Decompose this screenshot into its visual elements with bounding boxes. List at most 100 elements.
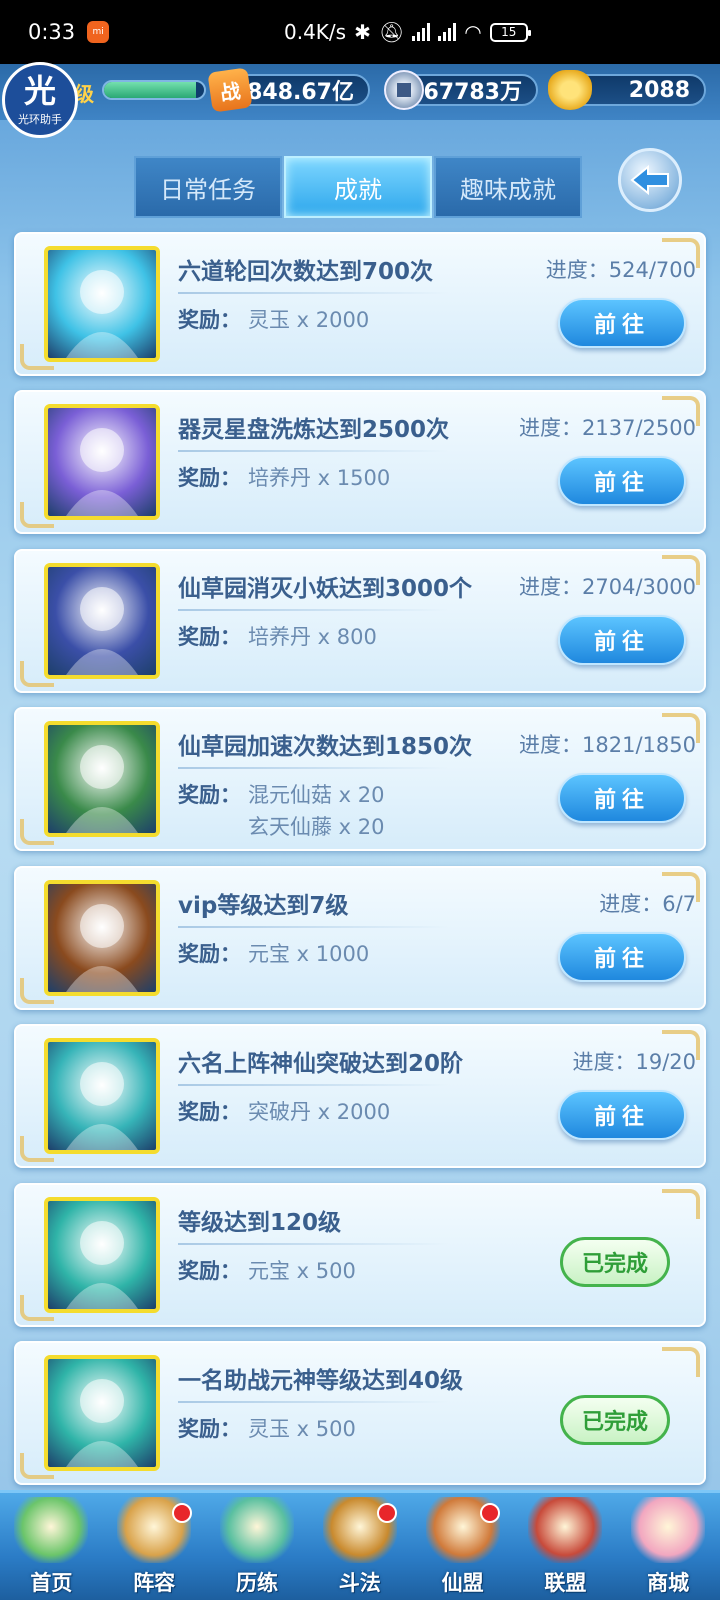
avatar-figure-icon — [66, 1221, 138, 1309]
nav-label: 斗法 — [338, 1571, 381, 1595]
nav-item[interactable]: 首页 — [0, 1493, 103, 1600]
gourd-icon — [219, 1497, 294, 1563]
back-button[interactable] — [618, 148, 682, 212]
reward-list: 元宝 x 500 — [248, 1255, 356, 1287]
title-divider — [178, 292, 448, 294]
task-progress: 进度：6/7 — [599, 892, 696, 916]
reward-item: 元宝 x 500 — [248, 1259, 356, 1283]
app-notification-icon: mi — [87, 21, 110, 43]
task-card: 器灵星盘洗炼达到2500次 奖励： 培养丹 x 1500 进度：2137/250… — [14, 390, 706, 534]
bluetooth-icon: ✱ — [354, 20, 371, 44]
scholar-avatar — [44, 1355, 160, 1471]
nav-item[interactable]: 阵容 — [103, 1493, 206, 1600]
task-title: 等级达到120级 — [178, 1210, 342, 1236]
star-banner-avatar — [44, 880, 160, 996]
reward-item: 培养丹 x 1500 — [248, 466, 391, 490]
logo-mark: 光 — [23, 72, 56, 110]
avatar-figure-icon — [66, 1062, 138, 1150]
task-progress: 进度：19/20 — [572, 1050, 696, 1074]
reward-list: 培养丹 x 800 — [248, 621, 377, 653]
peach-tree-avatar — [44, 721, 160, 837]
reward-list: 混元仙菇 x 20 玄天仙藤 x 20 — [248, 779, 385, 843]
battery-icon: 15 — [489, 22, 531, 42]
nav-label: 历练 — [235, 1571, 278, 1595]
title-divider — [178, 926, 448, 928]
nav-item[interactable]: 商城 — [617, 1493, 720, 1600]
completed-badge: 已完成 — [560, 1237, 670, 1287]
tab-label: 日常任务 — [160, 175, 256, 204]
task-title: 器灵星盘洗炼达到2500次 — [178, 417, 450, 443]
reward-item: 混元仙菇 x 20 — [248, 783, 385, 807]
tab-bar: 日常任务 成就 趣味成就 — [134, 156, 584, 218]
task-progress: 进度：524/700 — [545, 258, 696, 282]
reward-label: 奖励： — [178, 783, 241, 807]
nav-item[interactable]: 仙盟 — [411, 1493, 514, 1600]
go-button[interactable]: 前往 — [558, 298, 686, 348]
go-button[interactable]: 前往 — [558, 1090, 686, 1140]
nav-item[interactable]: 斗法 — [308, 1493, 411, 1600]
tab-fun-achievements[interactable]: 趣味成就 — [434, 156, 582, 218]
reward-label: 奖励： — [178, 308, 241, 332]
task-card: vip等级达到7级 奖励： 元宝 x 1000 进度：6/7 前往 — [14, 866, 706, 1010]
reward-label: 奖励： — [178, 625, 241, 649]
reward-list: 灵玉 x 500 — [248, 1413, 356, 1445]
monkey-arrow-avatar — [44, 1038, 160, 1154]
nav-item[interactable]: 联盟 — [514, 1493, 617, 1600]
reward-label: 奖励： — [178, 1259, 241, 1283]
power-icon-label: 战 — [218, 78, 242, 105]
reward-item: 培养丹 x 800 — [248, 625, 377, 649]
nav-label: 仙盟 — [441, 1571, 484, 1595]
signal-1-icon — [412, 23, 431, 41]
avatar-figure-icon — [66, 745, 138, 833]
alliance-banner-icon — [528, 1497, 603, 1563]
task-card: 仙草园加速次数达到1850次 奖励： 混元仙菇 x 20 玄天仙藤 x 20 进度… — [14, 707, 706, 851]
go-button[interactable]: 前往 — [558, 773, 686, 823]
go-button[interactable]: 前往 — [558, 615, 686, 665]
avatar-figure-icon — [66, 904, 138, 992]
nav-label: 首页 — [30, 1571, 73, 1595]
reward-item: 灵玉 x 2000 — [248, 308, 370, 332]
task-progress: 进度：2704/3000 — [519, 575, 696, 599]
task-title: 仙草园加速次数达到1850次 — [178, 734, 473, 760]
silver-coin-icon — [384, 70, 424, 110]
wifi-icon: ◠ — [464, 20, 482, 44]
title-divider — [178, 1401, 448, 1403]
app-logo[interactable]: 光 光环助手 — [2, 62, 78, 138]
task-title: vip等级达到7级 — [178, 893, 349, 919]
nav-item[interactable]: 历练 — [206, 1493, 309, 1600]
reward-label: 奖励： — [178, 1417, 241, 1441]
back-arrow-icon — [630, 165, 669, 195]
task-card: 六道轮回次数达到700次 奖励： 灵玉 x 2000 进度：524/700 前往 — [14, 232, 706, 376]
tab-achievements[interactable]: 成就 — [284, 156, 432, 218]
go-button[interactable]: 前往 — [558, 932, 686, 982]
logo-text: 光环助手 — [18, 113, 62, 126]
task-title: 仙草园消灭小妖达到3000个 — [178, 576, 473, 602]
task-title: 六道轮回次数达到700次 — [178, 259, 434, 285]
title-divider — [178, 609, 448, 611]
horned-demon-avatar — [44, 563, 160, 679]
battery-level: 15 — [501, 25, 517, 39]
card-corner-ornament — [662, 1189, 700, 1219]
card-corner-ornament — [662, 1347, 700, 1377]
task-card: 六名上阵神仙突破达到20阶 奖励： 突破丹 x 2000 进度：19/20 前往 — [14, 1024, 706, 1168]
network-speed: 0.4K/s — [284, 20, 347, 44]
task-title: 六名上阵神仙突破达到20阶 — [178, 1051, 464, 1077]
reward-list: 灵玉 x 2000 — [248, 304, 369, 336]
home-island-icon — [14, 1497, 89, 1563]
bottom-nav: 首页 阵容 历练 斗法 仙盟 联盟 商城 — [0, 1490, 720, 1600]
nav-label: 联盟 — [544, 1571, 587, 1595]
go-button[interactable]: 前往 — [558, 456, 686, 506]
task-card: 一名助战元神等级达到40级 奖励： 灵玉 x 500 已完成 — [14, 1341, 706, 1485]
title-divider — [178, 767, 448, 769]
silver-value: 67783万 — [423, 80, 522, 105]
task-card: 等级达到120级 奖励： 元宝 x 500 已完成 — [14, 1183, 706, 1327]
scholar-avatar — [44, 1197, 160, 1313]
tab-daily-tasks[interactable]: 日常任务 — [134, 156, 282, 218]
power-value: 848.67亿 — [247, 80, 354, 105]
avatar-figure-icon — [66, 587, 138, 675]
blue-ghost-avatar — [44, 246, 160, 362]
avatar-figure-icon — [66, 270, 138, 358]
avatar-figure-icon — [66, 1379, 138, 1467]
title-divider — [178, 1243, 448, 1245]
tab-label: 趣味成就 — [460, 175, 556, 204]
